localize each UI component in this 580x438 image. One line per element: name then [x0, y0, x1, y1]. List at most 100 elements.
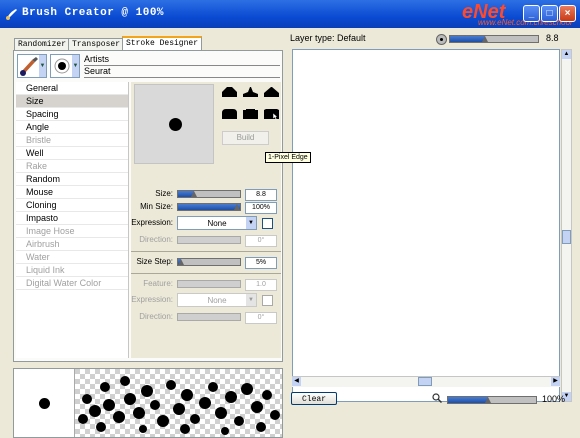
stroke-designer-panel: ▼ ▼ Artists Seurat General Size Spacing …	[13, 50, 311, 362]
maximize-button[interactable]: □	[541, 5, 558, 22]
direction-value[interactable]: 0°	[245, 235, 277, 247]
expression-row: Expression: None ▼	[131, 216, 281, 230]
chevron-down-icon: ▼	[246, 294, 256, 306]
chevron-down-icon: ▼	[246, 217, 256, 229]
category-rake[interactable]: Rake	[16, 160, 128, 173]
brush-dot-icon	[436, 34, 447, 45]
right-pane: Layer type: Default 8.8 ▲ ▼ ◀ ▶ Clear 10…	[290, 30, 580, 415]
tab-randomizer[interactable]: Randomizer	[14, 38, 71, 50]
stroke-sample	[75, 369, 282, 437]
feature-value[interactable]: 1.0	[245, 279, 277, 291]
window-title: Brush Creator @ 100%	[22, 7, 165, 19]
title-bar: Brush Creator @ 100% eNet www.eNet.com.c…	[0, 0, 580, 28]
scroll-up-icon[interactable]: ▲	[562, 50, 571, 59]
category-impasto[interactable]: Impasto	[16, 212, 128, 225]
direction2-slider[interactable]	[177, 313, 241, 321]
scroll-left-icon[interactable]: ◀	[292, 377, 301, 386]
tab-transposer[interactable]: Transposer	[68, 38, 125, 50]
expression-select[interactable]: None ▼	[177, 216, 257, 230]
direction-slider[interactable]	[177, 236, 241, 244]
close-button[interactable]: ×	[559, 5, 576, 22]
direction2-row: Direction: 0°	[131, 311, 281, 324]
dab-profile-1-icon[interactable]	[222, 85, 237, 97]
layer-type-label: Layer type: Default	[290, 33, 366, 43]
brush-variant-selector[interactable]: ▼	[50, 54, 80, 78]
chevron-down-icon: ▼	[72, 55, 79, 77]
dab-sample-dot	[39, 398, 50, 409]
category-digital-water-color[interactable]: Digital Water Color	[16, 277, 128, 290]
category-water[interactable]: Water	[16, 251, 128, 264]
feature-slider[interactable]	[177, 280, 241, 288]
stroke-category-list: General Size Spacing Angle Bristle Well …	[16, 82, 129, 358]
vertical-scrollbar[interactable]: ▲ ▼	[561, 49, 572, 402]
tab-stroke-designer[interactable]: Stroke Designer	[122, 36, 203, 51]
dab-profile-3-icon[interactable]	[264, 85, 279, 97]
clear-button[interactable]: Clear	[291, 392, 337, 405]
size-slider[interactable]	[177, 190, 241, 198]
min-size-value[interactable]: 100%	[245, 202, 277, 214]
expression2-row: Expression: None ▼	[131, 293, 281, 307]
category-spacing[interactable]: Spacing	[16, 108, 128, 121]
dab-preview-icon	[54, 58, 70, 74]
dab-preview	[134, 84, 214, 164]
minimize-button[interactable]: _	[523, 5, 540, 22]
magnifier-icon	[432, 393, 442, 403]
expression-label: Expression:	[131, 218, 173, 227]
expression2-invert-checkbox[interactable]	[262, 295, 273, 306]
direction-label: Direction:	[139, 235, 173, 244]
brush-variant-label: Seurat	[84, 65, 280, 78]
horizontal-scrollbar[interactable]: ◀ ▶	[292, 376, 560, 387]
direction2-value[interactable]: 0°	[245, 312, 277, 324]
expression2-label: Expression:	[131, 295, 173, 304]
category-bristle[interactable]: Bristle	[16, 134, 128, 147]
feature-label: Feature:	[143, 279, 173, 288]
dab-profile-4-icon[interactable]	[222, 107, 237, 119]
size-step-label: Size Step:	[136, 257, 173, 266]
direction2-label: Direction:	[139, 312, 173, 321]
scratch-pad-canvas[interactable]	[292, 49, 560, 402]
category-well[interactable]: Well	[16, 147, 128, 160]
dab-profile-2-icon[interactable]	[243, 85, 258, 97]
category-mouse[interactable]: Mouse	[16, 186, 128, 199]
feature-row: Feature: 1.0	[131, 278, 281, 291]
category-angle[interactable]: Angle	[16, 121, 128, 134]
brush-category-icon	[20, 57, 38, 76]
category-liquid-ink[interactable]: Liquid Ink	[16, 264, 128, 277]
horizontal-scroll-thumb[interactable]	[418, 377, 432, 386]
size-value[interactable]: 8.8	[245, 189, 277, 201]
category-airbrush[interactable]: Airbrush	[16, 238, 128, 251]
chevron-down-icon: ▼	[39, 55, 46, 77]
scratch-size-value: 8.8	[546, 33, 559, 43]
size-label: Size:	[155, 189, 173, 198]
size-step-row: Size Step: 5%	[131, 256, 281, 269]
size-step-value[interactable]: 5%	[245, 257, 277, 269]
dab-dot	[169, 118, 182, 131]
category-size[interactable]: Size	[16, 95, 128, 108]
expression-invert-checkbox[interactable]	[262, 218, 273, 229]
scroll-right-icon[interactable]: ▶	[551, 377, 560, 386]
stroke-preview	[13, 368, 283, 438]
left-pane: Randomizer Transposer Stroke Designer ▼ …	[10, 30, 311, 438]
zoom-slider[interactable]	[447, 396, 537, 404]
scratch-size-slider[interactable]	[449, 35, 539, 43]
size-settings: Build 1-Pixel Edge Size: 8.8 Min Size: 1…	[131, 82, 311, 358]
min-size-slider[interactable]	[177, 203, 241, 211]
category-general[interactable]: General	[16, 82, 128, 95]
zoom-value: 100%	[542, 394, 566, 404]
category-image-hose[interactable]: Image Hose	[16, 225, 128, 238]
divider	[131, 273, 281, 274]
dab-sample	[14, 369, 75, 437]
vertical-scroll-thumb[interactable]	[562, 230, 571, 244]
dab-profile-1-pixel-edge-icon[interactable]	[264, 107, 279, 119]
divider	[131, 251, 281, 252]
brush-category-selector[interactable]: ▼	[17, 54, 47, 78]
expression2-select[interactable]: None ▼	[177, 293, 257, 307]
category-random[interactable]: Random	[16, 173, 128, 186]
category-cloning[interactable]: Cloning	[16, 199, 128, 212]
min-size-row: Min Size: 100%	[131, 201, 281, 214]
tooltip: 1-Pixel Edge	[265, 152, 311, 163]
build-button[interactable]: Build	[222, 131, 269, 145]
size-step-slider[interactable]	[177, 258, 241, 266]
dab-profile-5-icon[interactable]	[243, 107, 258, 119]
direction-row: Direction: 0°	[131, 234, 281, 247]
